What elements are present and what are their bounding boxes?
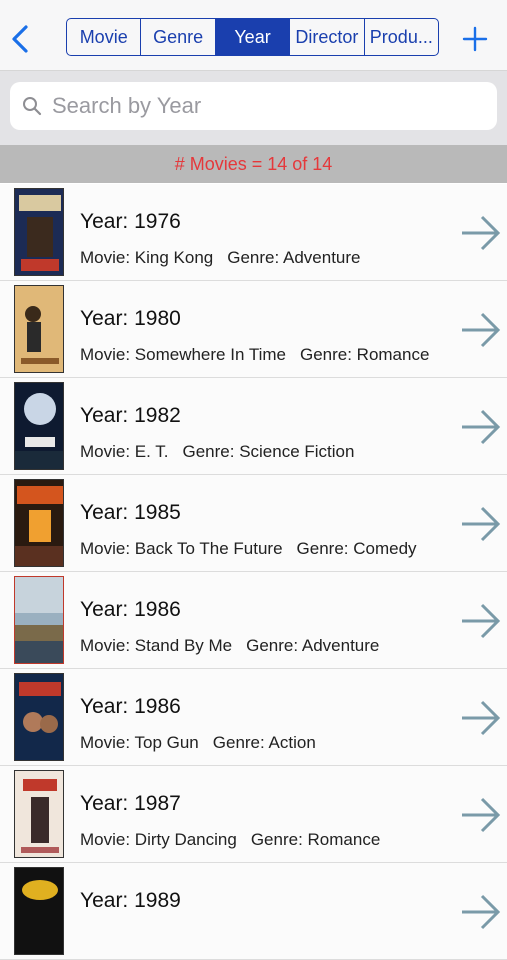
poster-image <box>14 576 64 664</box>
search-icon <box>23 97 42 116</box>
movie-meta: Movie: Back To The Future Genre: Comedy <box>80 539 417 559</box>
sort-segmented-control: Movie Genre Year Director Produ... <box>66 18 439 56</box>
movie-genre: Genre: Comedy <box>296 539 417 558</box>
movie-genre: Genre: Adventure <box>227 248 361 267</box>
movie-meta: Movie: Stand By Me Genre: Adventure <box>80 636 379 656</box>
movie-title: Movie: Dirty Dancing <box>80 830 237 849</box>
table-row[interactable]: Year: 1986 Movie: Top Gun Genre: Action <box>0 669 507 766</box>
poster-image <box>14 188 64 276</box>
year-label: Year: 1976 <box>80 210 181 233</box>
poster-image <box>14 285 64 373</box>
movie-count-bar: # Movies = 14 of 14 <box>0 145 507 183</box>
movie-meta: Movie: King Kong Genre: Adventure <box>80 248 361 268</box>
movie-genre: Genre: Adventure <box>246 636 380 655</box>
disclosure-arrow-icon <box>462 797 501 833</box>
poster-image <box>14 673 64 761</box>
movie-title: Movie: King Kong <box>80 248 214 267</box>
poster-image <box>14 770 64 858</box>
disclosure-arrow-icon <box>462 506 501 542</box>
movie-meta: Movie: Top Gun Genre: Action <box>80 733 316 753</box>
movie-title: Movie: Somewhere In Time <box>80 345 286 364</box>
poster-image <box>14 867 64 955</box>
movie-list: Year: 1976 Movie: King Kong Genre: Advent… <box>0 184 507 960</box>
movie-genre: Genre: Romance <box>250 830 381 849</box>
table-row[interactable]: Year: 1982 Movie: E. T. Genre: Science Fi… <box>0 378 507 475</box>
year-label: Year: 1986 <box>80 598 181 621</box>
movie-genre: Genre: Science Fiction <box>182 442 355 461</box>
poster-image <box>14 382 64 470</box>
year-label: Year: 1987 <box>80 792 181 815</box>
poster-image <box>14 479 64 567</box>
search-field[interactable] <box>10 82 497 130</box>
movie-title: Movie: Top Gun <box>80 733 199 752</box>
year-label: Year: 1985 <box>80 501 181 524</box>
disclosure-arrow-icon <box>462 215 501 251</box>
movie-meta: Movie: E. T. Genre: Science Fiction <box>80 442 354 462</box>
segment-producer[interactable]: Produ... <box>365 19 438 55</box>
chevron-left-icon <box>12 25 28 53</box>
movie-genre: Genre: Romance <box>299 345 430 364</box>
search-bar-container <box>0 71 507 145</box>
back-button[interactable] <box>6 22 34 56</box>
segment-movie[interactable]: Movie <box>67 19 142 55</box>
table-row[interactable]: Year: 1980 Movie: Somewhere In Time Genre… <box>0 281 507 378</box>
table-row[interactable]: Year: 1985 Movie: Back To The Future Genr… <box>0 475 507 572</box>
movie-meta: Movie: Dirty Dancing Genre: Romance <box>80 830 380 850</box>
segment-director[interactable]: Director <box>290 19 365 55</box>
navigation-bar: Movie Genre Year Director Produ... <box>0 0 507 71</box>
disclosure-arrow-icon <box>462 700 501 736</box>
year-label: Year: 1980 <box>80 307 181 330</box>
table-row[interactable]: Year: 1986 Movie: Stand By Me Genre: Adve… <box>0 572 507 669</box>
table-row[interactable]: Year: 1976 Movie: King Kong Genre: Advent… <box>0 184 507 281</box>
disclosure-arrow-icon <box>462 312 501 348</box>
search-input[interactable] <box>50 92 474 120</box>
disclosure-arrow-icon <box>462 603 501 639</box>
movie-title: Movie: Back To The Future <box>80 539 283 558</box>
movie-meta: Movie: Somewhere In Time Genre: Romance <box>80 345 429 365</box>
table-row[interactable]: Year: 1989 <box>0 863 507 960</box>
segment-genre[interactable]: Genre <box>141 19 216 55</box>
segment-year[interactable]: Year <box>215 19 291 55</box>
disclosure-arrow-icon <box>462 409 501 445</box>
movie-meta <box>80 927 94 947</box>
movie-count-label: # Movies = 14 of 14 <box>174 153 333 174</box>
plus-icon <box>462 26 488 52</box>
year-label: Year: 1982 <box>80 404 181 427</box>
add-button[interactable] <box>458 22 492 56</box>
table-row[interactable]: Year: 1987 Movie: Dirty Dancing Genre: Ro… <box>0 766 507 863</box>
movie-genre: Genre: Action <box>212 733 316 752</box>
year-label: Year: 1986 <box>80 695 181 718</box>
movie-title: Movie: E. T. <box>80 442 169 461</box>
year-label: Year: 1989 <box>80 889 181 912</box>
movie-title: Movie: Stand By Me <box>80 636 233 655</box>
disclosure-arrow-icon <box>462 894 501 930</box>
